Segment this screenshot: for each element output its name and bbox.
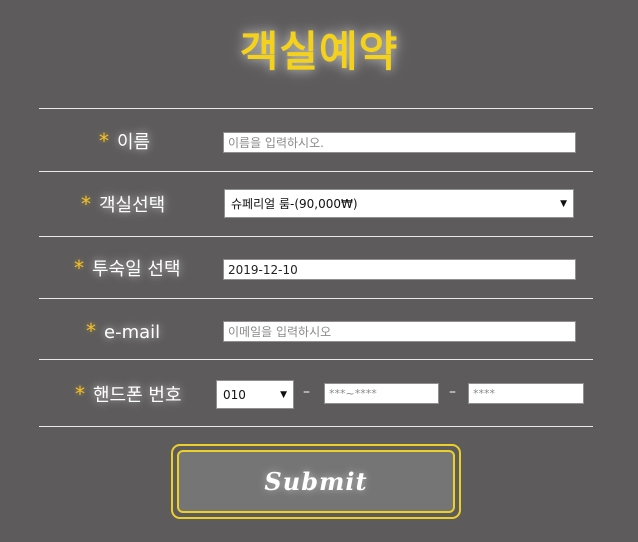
divider [39,236,593,237]
phone-last-input[interactable] [468,383,584,404]
phone-middle-input[interactable] [324,383,439,404]
room-select-value: 슈페리얼 룸-(90,000₩) [231,197,358,211]
phone-separator: – [303,384,310,400]
phone-label-text: 핸드폰 번호 [93,385,182,406]
required-mark: * [74,256,84,280]
phone-prefix-value: 010 [223,387,246,402]
phone-separator: – [449,384,456,400]
checkin-date-input[interactable] [223,259,576,280]
submit-button[interactable]: Submit [171,444,461,519]
date-label-text: 투숙일 선택 [92,259,181,280]
room-select[interactable]: 슈페리얼 룸-(90,000₩) ▼ [224,189,574,218]
divider [39,359,593,360]
phone-label: * 핸드폰 번호 [75,381,182,407]
dropdown-arrow-icon: ▼ [280,389,287,400]
dropdown-arrow-icon: ▼ [560,198,567,209]
name-label-text: 이름 [117,132,151,153]
name-input[interactable] [223,132,576,153]
required-mark: * [99,129,109,153]
email-label: * e-mail [86,319,160,343]
divider [39,426,593,427]
name-label: * 이름 [99,128,150,154]
divider [39,171,593,172]
phone-prefix-select[interactable]: 010 ▼ [216,380,294,409]
page-title: 객실예약 [239,27,399,76]
required-mark: * [75,382,85,406]
email-input[interactable] [223,321,576,342]
email-label-text: e-mail [104,322,161,343]
divider [39,298,593,299]
divider [39,108,593,109]
room-label-text: 객실선택 [99,195,166,216]
room-label: * 객실선택 [81,191,165,217]
reservation-page: 객실예약 * 이름 * 객실선택 슈페리얼 룸-(90,000₩) ▼ * 투숙일 선… [0,0,638,542]
submit-button-label: Submit [177,450,455,513]
required-mark: * [81,192,91,216]
required-mark: * [86,319,96,343]
date-label: * 투숙일 선택 [74,255,181,281]
